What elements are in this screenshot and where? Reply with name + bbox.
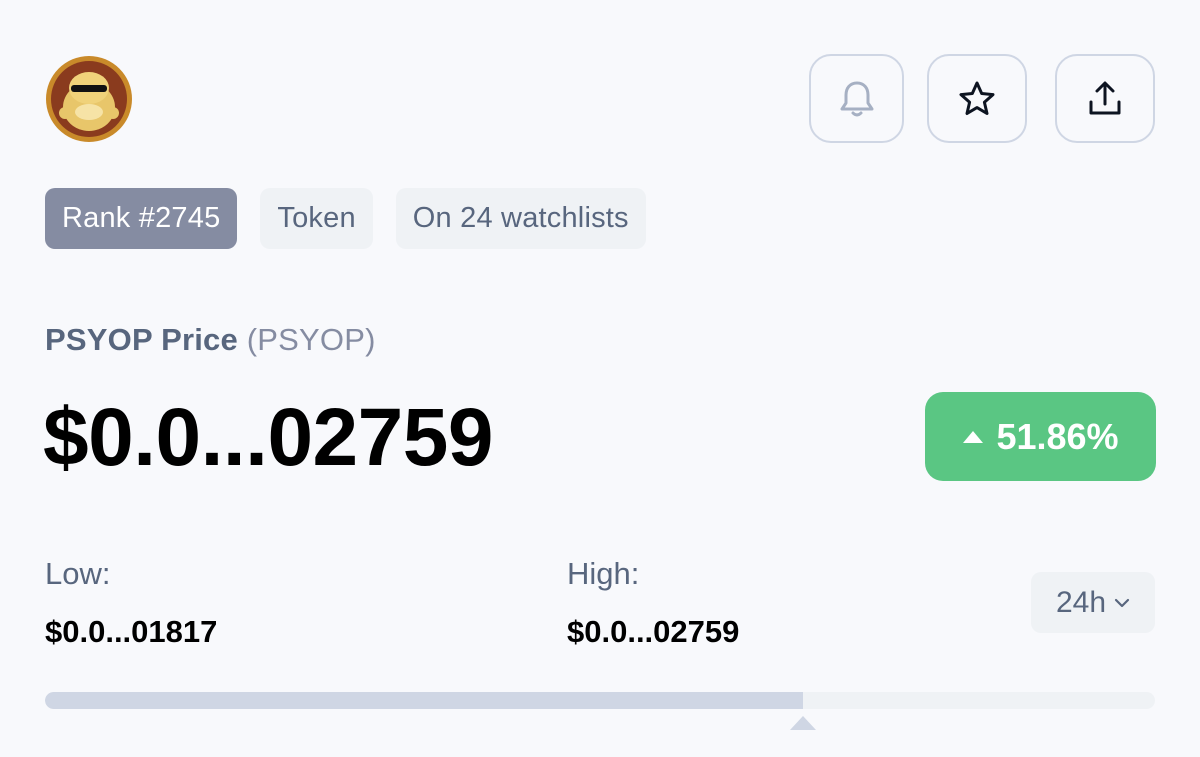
bell-icon: [840, 81, 873, 116]
coin-header: Rank #2745 Token On 24 watchlists PSYOP …: [0, 0, 1200, 757]
token-name: PSYOP Price: [45, 322, 238, 357]
token-symbol: (PSYOP): [246, 322, 376, 357]
watchlists-badge: On 24 watchlists: [395, 188, 646, 249]
price-change-badge: 51.86%: [925, 392, 1156, 481]
share-button[interactable]: [1055, 54, 1155, 143]
price-range-marker: [790, 716, 817, 730]
period-value: 24h: [1055, 585, 1107, 619]
period-select[interactable]: 24h: [1031, 572, 1155, 633]
price-range-fill: [45, 692, 804, 709]
current-price: $0.0...02759: [43, 392, 493, 483]
high-label: High:: [567, 556, 640, 591]
chevron-down-icon: [1114, 598, 1130, 607]
price-title: PSYOP Price (PSYOP): [45, 322, 376, 358]
low-label: Low:: [45, 556, 111, 591]
badge-row: Rank #2745 Token On 24 watchlists: [45, 188, 646, 249]
share-icon: [1089, 81, 1121, 114]
price-change-value: 51.86%: [996, 415, 1119, 457]
caret-up-icon: [963, 430, 984, 443]
token-logo: [46, 56, 132, 142]
add-to-watchlist-button[interactable]: [927, 54, 1027, 143]
price-range-bar: [45, 692, 1155, 709]
star-icon: [959, 81, 995, 115]
high-value: $0.0...02759: [567, 614, 740, 649]
low-value: $0.0...01817: [45, 614, 218, 649]
price-alert-button[interactable]: [809, 54, 904, 143]
token-type-badge: Token: [260, 188, 373, 249]
rank-badge: Rank #2745: [45, 188, 238, 249]
